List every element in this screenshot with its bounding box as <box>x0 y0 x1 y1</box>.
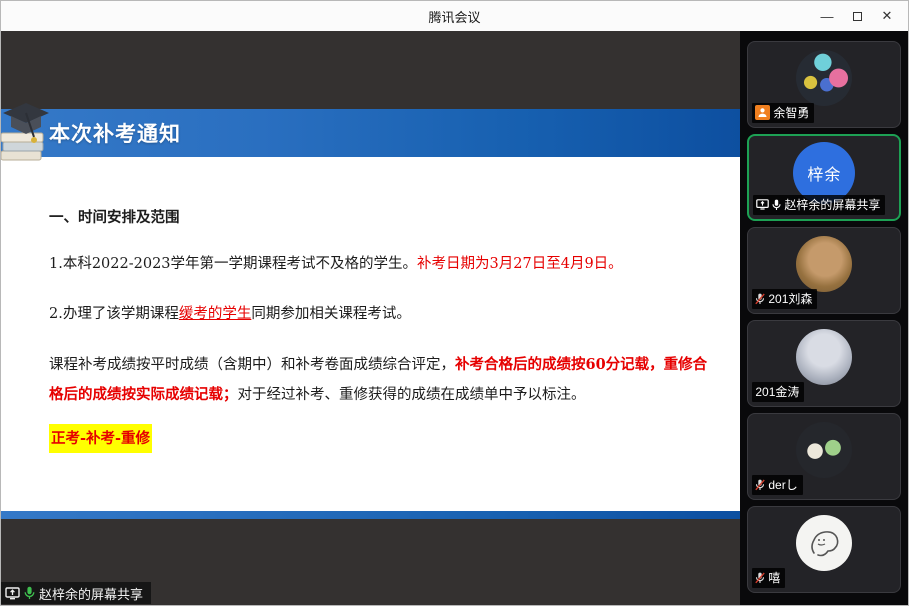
microphone-muted-icon <box>755 293 765 305</box>
maximize-icon[interactable] <box>842 1 872 31</box>
share-indicator-label: 赵梓余的屏幕共享 <box>39 584 143 603</box>
highlighted-text: 正考-补考-重修 <box>49 424 152 453</box>
slide-title: 本次补考通知 <box>49 118 181 148</box>
avatar-dog-photo <box>796 236 852 292</box>
screen-share-icon <box>5 587 20 600</box>
participant-tile[interactable]: 嘻 <box>747 506 901 593</box>
paragraph-3: 课程补考成绩按平时成绩（含期中）和补考卷面成绩综合评定，补考合格后的成绩按60分… <box>49 350 716 410</box>
graduation-cap-icon <box>1 97 51 175</box>
participant-tile-active-speaker[interactable]: 梓余 赵梓余的屏幕共享 <box>747 134 901 221</box>
participant-name-tag: 嘻 <box>752 568 785 588</box>
slide-banner: 本次补考通知 <box>1 109 740 157</box>
meeting-window: 腾讯会议 — ✕ 本次补考通知 <box>0 0 909 606</box>
red-underline-text: 缓考的学生 <box>179 306 252 322</box>
avatar-doodle-drawing <box>796 515 852 571</box>
avatar-two-people-photo <box>796 422 852 478</box>
participants-sidebar[interactable]: 余智勇 梓余 赵梓余的屏幕共享 <box>740 31 908 606</box>
close-icon[interactable]: ✕ <box>872 1 902 31</box>
red-date-text: 补考日期为3月27日至4月9日。 <box>417 256 623 272</box>
participant-tile[interactable]: 201刘森 <box>747 227 901 314</box>
slide-heading: 一、时间安排及范围 <box>49 203 716 232</box>
avatar-cartoon-character <box>796 50 852 106</box>
window-controls: — ✕ <box>812 1 902 31</box>
participant-name-tag: 余智勇 <box>752 103 814 123</box>
slide-bottom-rule <box>1 511 740 519</box>
screen-share-indicator: 赵梓余的屏幕共享 <box>1 582 151 604</box>
paragraph-2: 2.办理了该学期课程缓考的学生同期参加相关课程考试。 <box>49 300 716 329</box>
minimize-icon[interactable]: — <box>812 1 842 31</box>
screen-share-icon <box>756 199 769 210</box>
participant-name-tag: 201金涛 <box>752 382 804 402</box>
microphone-muted-icon <box>755 479 765 491</box>
participant-tile[interactable]: derし <box>747 413 901 500</box>
titlebar: 腾讯会议 — ✕ <box>1 1 908 31</box>
microphone-on-icon <box>24 586 35 600</box>
slide-content: 一、时间安排及范围 1.本科2022-2023学年第一学期课程考试不及格的学生。… <box>1 157 740 511</box>
participant-name-tag: 201刘森 <box>752 289 817 309</box>
participant-tile[interactable]: 201金涛 <box>747 320 901 407</box>
window-title: 腾讯会议 <box>428 7 480 26</box>
participant-tile[interactable]: 余智勇 <box>747 41 901 128</box>
avatar-anime-photo <box>796 329 852 385</box>
microphone-muted-icon <box>755 572 765 584</box>
shared-screen-area: 本次补考通知 一、时间安排及范围 1.本科2022-2023学年第一学期课程考试… <box>1 31 740 606</box>
member-badge-icon <box>755 105 770 120</box>
paragraph-1: 1.本科2022-2023学年第一学期课程考试不及格的学生。补考日期为3月27日… <box>49 250 716 279</box>
participant-name-tag: 赵梓余的屏幕共享 <box>753 195 885 215</box>
microphone-on-icon <box>772 199 781 211</box>
participant-name-tag: derし <box>752 475 802 495</box>
